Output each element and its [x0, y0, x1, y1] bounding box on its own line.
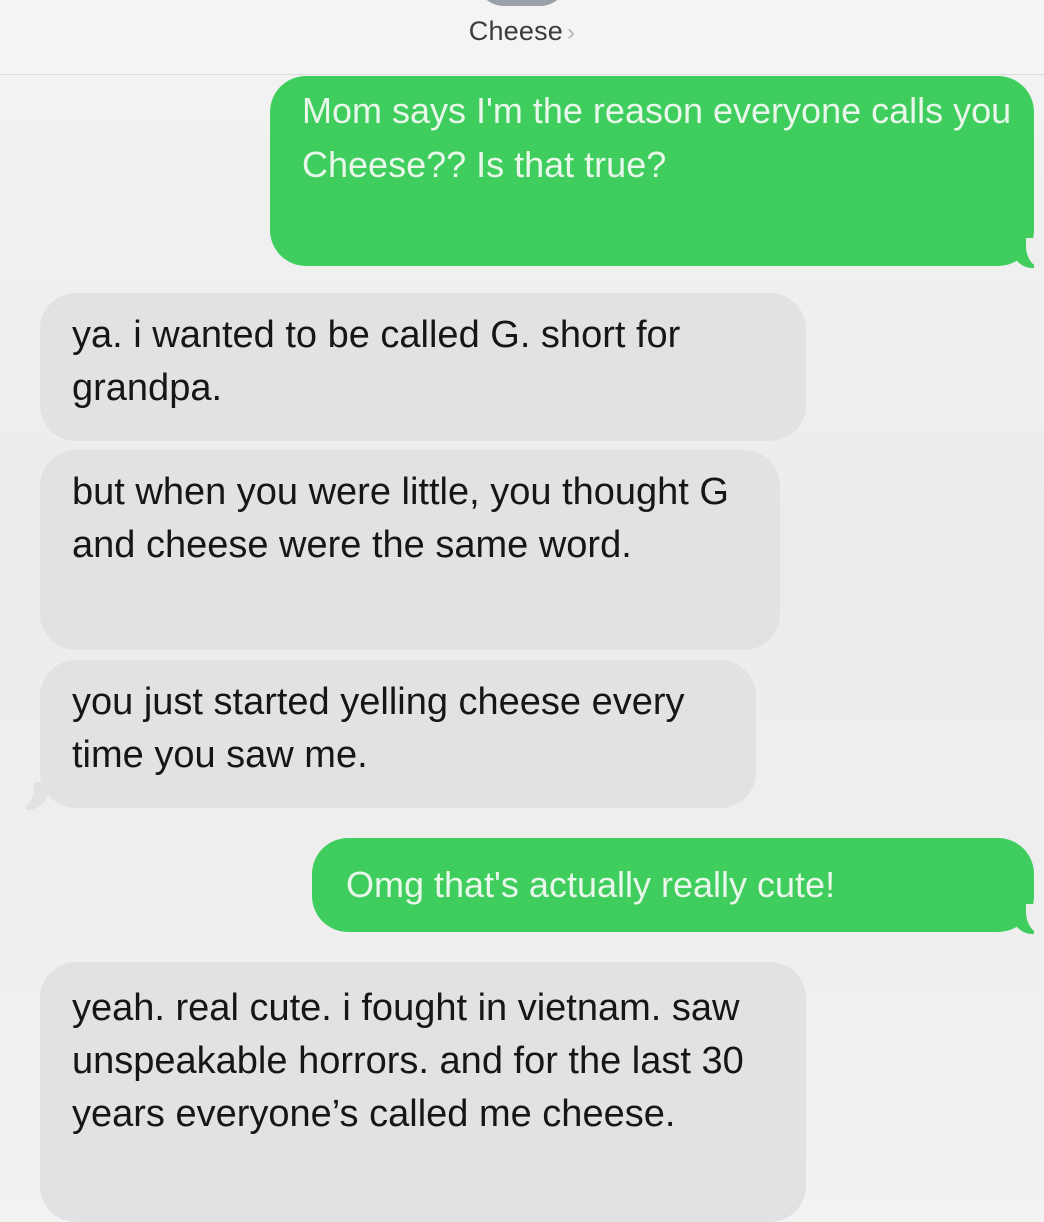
message-text: Omg that's actually really cute! [346, 864, 836, 905]
message-text: you just started yelling cheese every ti… [72, 681, 685, 776]
bubble-tail-sent [1010, 904, 1044, 934]
contact-name-button[interactable]: Cheese › [0, 16, 1044, 47]
message-bubble-received[interactable]: but when you were little, you thought G … [40, 450, 780, 650]
message-bubble-received[interactable]: yeah. real cute. i fought in vietnam. sa… [40, 962, 806, 1222]
bubble-tail-sent [1010, 238, 1044, 268]
contact-name: Cheese [468, 16, 564, 46]
bubble-tail-received [12, 780, 50, 810]
contact-avatar[interactable] [476, 0, 568, 6]
message-text: yeah. real cute. i fought in vietnam. sa… [72, 987, 744, 1135]
message-bubble-received[interactable]: you just started yelling cheese every ti… [40, 660, 756, 808]
message-text: ya. i wanted to be called G. short for g… [72, 314, 681, 409]
message-bubble-sent[interactable]: Mom says I'm the reason everyone calls y… [270, 76, 1034, 266]
message-text: Mom says I'm the reason everyone calls y… [302, 90, 1012, 185]
conversation-header: Cheese › [0, 0, 1044, 75]
message-bubble-received[interactable]: ya. i wanted to be called G. short for g… [40, 293, 806, 441]
chevron-right-icon: › [567, 19, 576, 46]
message-bubble-sent[interactable]: Omg that's actually really cute! [312, 838, 1034, 932]
message-text: but when you were little, you thought G … [72, 471, 729, 566]
